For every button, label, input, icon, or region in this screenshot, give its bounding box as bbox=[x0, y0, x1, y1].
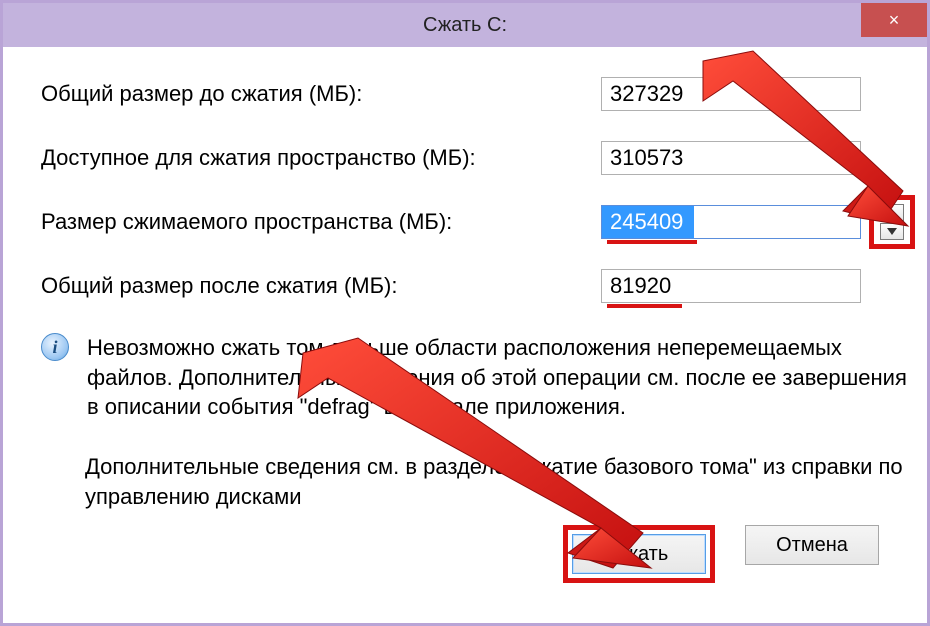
close-icon: × bbox=[889, 10, 900, 31]
row-shrink-amount: Размер сжимаемого пространства (МБ): 245… bbox=[41, 205, 907, 239]
field-wrap-shrink-amount: 245409 bbox=[601, 205, 861, 239]
annotation-underline-after bbox=[607, 304, 682, 308]
label-shrink-amount: Размер сжимаемого пространства (МБ): bbox=[41, 209, 601, 235]
shrink-button-label: Сжать bbox=[610, 543, 669, 566]
info-icon: i bbox=[41, 333, 69, 361]
info-text-1: Невозможно сжать том дальше области расп… bbox=[87, 333, 907, 422]
row-total-before: Общий размер до сжатия (МБ): 327329 bbox=[41, 77, 907, 111]
value-total-before: 327329 bbox=[601, 77, 861, 111]
button-row: Сжать Отмена bbox=[41, 525, 907, 603]
shrink-button[interactable]: Сжать bbox=[572, 534, 706, 574]
titlebar: Сжать C: × bbox=[3, 3, 927, 47]
field-wrap-total-before: 327329 bbox=[601, 77, 861, 111]
value-total-after: 81920 bbox=[601, 269, 861, 303]
spinner-up-button[interactable] bbox=[880, 204, 904, 221]
row-available: Доступное для сжатия пространство (МБ): … bbox=[41, 141, 907, 175]
annotation-button-highlight: Сжать bbox=[563, 525, 715, 583]
window-title: Сжать C: bbox=[423, 14, 507, 37]
annotation-underline-shrink bbox=[607, 240, 697, 244]
cancel-button[interactable]: Отмена bbox=[745, 525, 879, 565]
annotation-spinner-highlight bbox=[869, 195, 915, 249]
label-available: Доступное для сжатия пространство (МБ): bbox=[41, 145, 601, 171]
info-block: i Невозможно сжать том дальше области ра… bbox=[41, 333, 907, 422]
value-available: 310573 bbox=[601, 141, 861, 175]
close-button[interactable]: × bbox=[861, 3, 927, 37]
info-text-2: Дополнительные сведения см. в разделе "С… bbox=[85, 452, 907, 511]
input-shrink-amount[interactable]: 245409 bbox=[601, 205, 861, 239]
dialog-window: Сжать C: × Общий размер до сжатия (МБ): … bbox=[0, 0, 930, 626]
chevron-up-icon bbox=[887, 209, 897, 216]
row-total-after: Общий размер после сжатия (МБ): 81920 bbox=[41, 269, 907, 303]
cancel-button-label: Отмена bbox=[776, 534, 848, 557]
spinner-down-button[interactable] bbox=[880, 223, 904, 240]
dialog-content: Общий размер до сжатия (МБ): 327329 Дост… bbox=[3, 47, 927, 603]
field-wrap-total-after: 81920 bbox=[601, 269, 861, 303]
label-total-before: Общий размер до сжатия (МБ): bbox=[41, 81, 601, 107]
chevron-down-icon bbox=[887, 228, 897, 235]
label-total-after: Общий размер после сжатия (МБ): bbox=[41, 273, 601, 299]
field-wrap-available: 310573 bbox=[601, 141, 861, 175]
